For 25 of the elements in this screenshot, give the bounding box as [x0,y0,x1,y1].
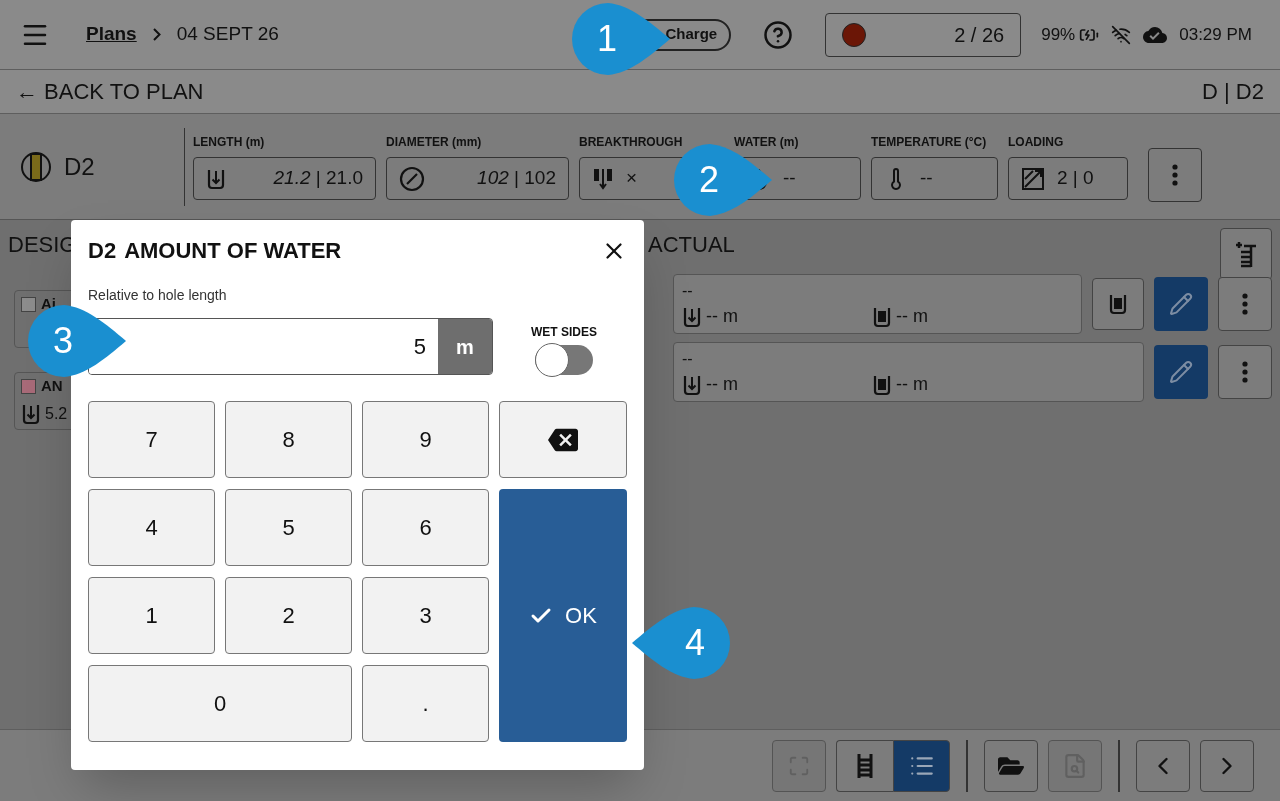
water-value: -- m [896,373,928,396]
parameter-label: DIAMETER (mm) [386,134,483,151]
hole-count: 2 / 26 [954,22,1005,48]
wet-sides-label: WET SIDES [531,324,597,341]
dialog-title: AMOUNT OF WATER [124,237,342,265]
parameter-label: LENGTH (m) [193,134,266,151]
section-title: ACTUAL [648,231,735,259]
unit-label: m [438,319,492,374]
breadcrumb-text: 04 SEPT 26 [176,22,279,47]
water-value: -- m [896,305,928,328]
layer-title: -- [682,349,694,369]
hole-name: D2 [64,151,96,182]
parameter-label: TEMPERATURE (°C) [871,134,988,151]
battery-level: 99% [1041,23,1076,46]
depth-value: -- m [706,305,738,328]
dialog-hole-name: D2 [88,237,117,265]
depth-value: 5.2 [45,403,68,424]
field-label: Relative to hole length [88,286,228,305]
depth-value: -- m [706,373,738,396]
layer-title: -- [682,281,694,301]
callout-tooltip: 4 [632,606,732,680]
row-label: AN [41,376,63,396]
clock-time: 03:29 PM [1179,23,1252,46]
hole-location: D | D2 [1202,78,1264,106]
parameter-label: LOADING [1008,134,1065,151]
